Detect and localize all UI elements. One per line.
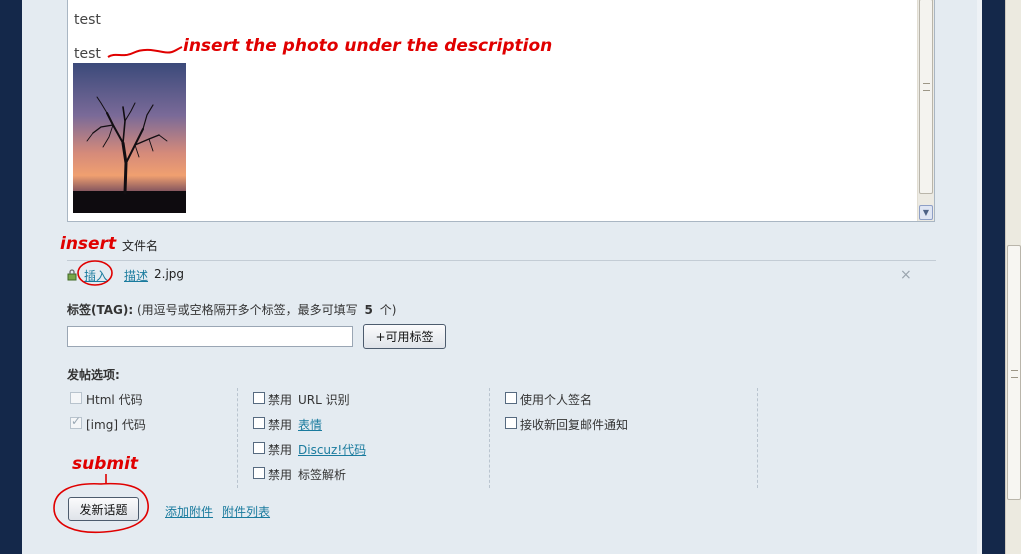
editor-scrollbar[interactable]: ▼ (917, 0, 934, 221)
options-divider (237, 388, 238, 488)
discuzcode-link[interactable]: Discuz!代码 (298, 441, 366, 458)
html-code-checkbox[interactable] (70, 392, 82, 404)
chevron-down-icon[interactable]: ▼ (919, 205, 933, 220)
editor-scroll-thumb[interactable] (919, 0, 933, 194)
tag-max-count: 5 (364, 303, 373, 317)
page-scrollbar[interactable] (1005, 0, 1021, 554)
email-notify-checkbox[interactable] (505, 417, 517, 429)
attachment-describe-link[interactable]: 描述 (124, 267, 148, 284)
tag-label-row: 标签(TAG): (用逗号或空格隔开多个标签，最多可填写 5 个) (67, 301, 396, 318)
available-tags-button[interactable]: +可用标签 (363, 324, 446, 349)
use-signature-label: 使用个人签名 (520, 393, 593, 407)
annotation-insert-circle (77, 260, 113, 286)
img-code-checkbox[interactable]: ✓ (70, 414, 82, 429)
editor-text-line: test (74, 12, 101, 28)
disable-url-label: URL 识别 (298, 393, 350, 407)
check-icon: ✓ (71, 414, 82, 428)
disable-prefix: 禁用 (268, 418, 293, 432)
attachment-filename: 2.jpg (154, 267, 185, 281)
attachment-divider (67, 260, 936, 261)
post-options-title: 发帖选项: (67, 368, 120, 382)
inserted-photo[interactable] (73, 63, 186, 213)
tag-hint: (用逗号或空格隔开多个标签，最多可填写 (137, 303, 358, 317)
tag-label: 标签(TAG): (67, 303, 134, 317)
tag-input[interactable] (67, 326, 353, 347)
attachment-list-link[interactable]: 附件列表 (222, 503, 270, 520)
panel-edge (977, 0, 982, 554)
attachment-filename-header: 文件名 (122, 239, 159, 253)
disable-smilies-checkbox[interactable] (253, 417, 265, 429)
use-signature-checkbox[interactable] (505, 392, 517, 404)
tag-hint-suffix: 个) (379, 303, 397, 317)
disable-prefix: 禁用 (268, 468, 293, 482)
options-divider (489, 388, 490, 488)
disable-tag-parse-label: 标签解析 (298, 468, 347, 482)
submit-new-topic-button[interactable]: 发新话题 (68, 497, 139, 521)
add-attachment-link[interactable]: 添加附件 (165, 503, 213, 520)
close-icon[interactable]: × (900, 267, 912, 283)
editor-text-line: test (74, 46, 101, 62)
email-notify-label: 接收新回复邮件通知 (520, 418, 629, 432)
annotation-photo-note: insert the photo under the description (183, 36, 553, 56)
post-content-editor[interactable]: test test ▼ (67, 0, 935, 222)
disable-tag-parse-checkbox[interactable] (253, 467, 265, 479)
html-code-label: Html 代码 (86, 393, 143, 407)
page-scroll-thumb[interactable] (1007, 245, 1021, 500)
disable-prefix: 禁用 (268, 443, 293, 457)
annotation-insert: insert (60, 234, 117, 254)
annotation-squiggle (107, 46, 183, 58)
options-divider (757, 388, 758, 488)
disable-discuzcode-checkbox[interactable] (253, 442, 265, 454)
smilies-link[interactable]: 表情 (298, 416, 322, 433)
disable-prefix: 禁用 (268, 393, 293, 407)
img-code-label: [img] 代码 (86, 418, 146, 432)
disable-url-checkbox[interactable] (253, 392, 265, 404)
